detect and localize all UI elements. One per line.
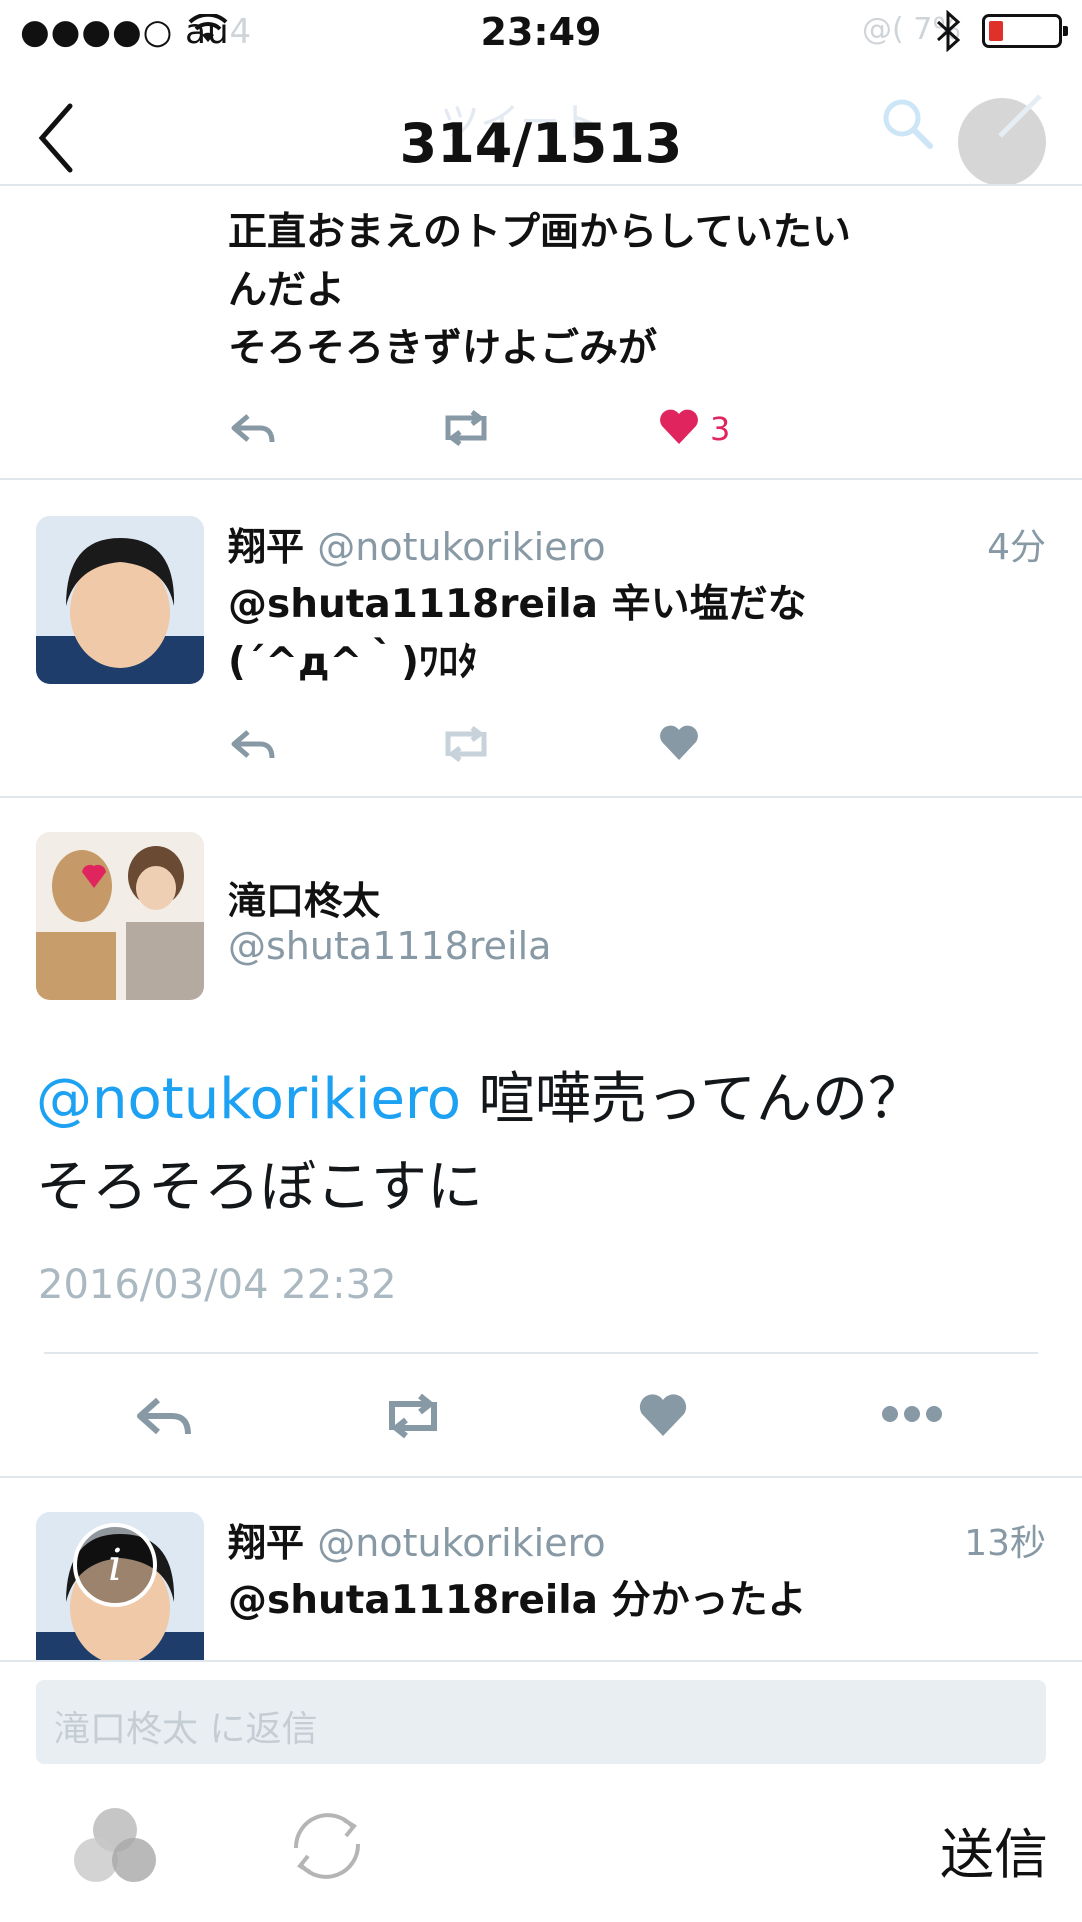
more-icon[interactable] xyxy=(880,1404,944,1424)
status-bar: ●●●●○ au4 23:49 @( 7% xyxy=(0,0,1082,66)
send-button[interactable]: 送信 xyxy=(940,1810,1048,1889)
like-icon[interactable] xyxy=(658,724,700,762)
avatar[interactable] xyxy=(36,516,204,684)
like-icon-active[interactable] xyxy=(658,408,700,446)
tweet-divider xyxy=(0,796,1082,798)
avatar[interactable] xyxy=(36,832,204,1000)
tweet-time: 13秒 xyxy=(964,1523,1046,1564)
reply-icon[interactable] xyxy=(230,410,276,446)
bluetooth-icon xyxy=(936,10,961,52)
reply-icon[interactable] xyxy=(136,1394,192,1438)
battery-icon xyxy=(982,14,1068,48)
compose-icon[interactable] xyxy=(990,86,1050,146)
tweet-author[interactable]: 翔平 @notukorikiero xyxy=(228,516,606,571)
nav-divider xyxy=(0,184,1082,186)
tweet-text: @shuta1118reila 辛い塩だな (´^д^｀)ﾜﾛﾀ xyxy=(228,582,807,685)
retweet-icon[interactable] xyxy=(438,408,494,448)
media-icon[interactable] xyxy=(70,1806,160,1886)
mention-link[interactable]: @notukorikiero xyxy=(36,1067,461,1132)
tweet-divider xyxy=(0,478,1082,480)
info-icon[interactable]: i xyxy=(70,1520,160,1610)
retweet-icon[interactable] xyxy=(380,1392,446,1440)
tweet-author-name[interactable]: 滝口柊太 xyxy=(228,870,380,925)
tweet-time: 4分 xyxy=(987,527,1046,568)
like-icon[interactable] xyxy=(638,1392,688,1438)
refresh-icon[interactable] xyxy=(282,1806,372,1886)
search-icon[interactable] xyxy=(880,96,936,152)
tweet-divider xyxy=(0,1476,1082,1478)
tweet-text: 正直おまえのトプ画からしていたい んだよ そろそろきずけよごみが xyxy=(228,210,851,371)
tweet-text: @shuta1118reila 分かったよ xyxy=(228,1578,807,1623)
reply-icon[interactable] xyxy=(230,726,276,762)
tweet-author[interactable]: 翔平 @notukorikiero xyxy=(228,1512,606,1567)
like-count: 3 xyxy=(710,410,731,448)
retweet-icon[interactable] xyxy=(438,724,494,764)
main-tweet-text: @notukorikiero 喧嘩売ってんの？ そろそろぼこすに xyxy=(36,1067,924,1220)
reply-input[interactable]: 滝口柊太 に返信 xyxy=(36,1680,1046,1764)
detail-divider xyxy=(44,1352,1038,1354)
tweet-datetime: 2016/03/04 22:32 xyxy=(38,1262,397,1308)
tweet-author-handle[interactable]: @shuta1118reila xyxy=(228,924,551,968)
svg-text:i: i xyxy=(108,1540,122,1591)
